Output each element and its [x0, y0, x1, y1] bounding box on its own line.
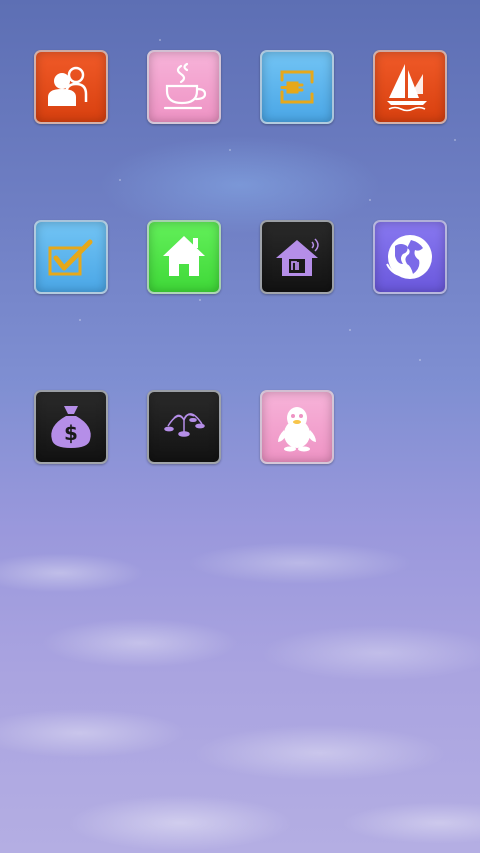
- app-wallet[interactable]: $: [34, 390, 108, 464]
- cloud-layer: [0, 493, 480, 853]
- app-mi-home[interactable]: [260, 220, 334, 294]
- app-browser[interactable]: [373, 220, 447, 294]
- app-home[interactable]: [147, 220, 221, 294]
- fountain-icon: [155, 398, 213, 456]
- app-sailing[interactable]: [373, 50, 447, 124]
- sailboat-icon: [381, 58, 439, 116]
- globe-icon: [381, 228, 439, 286]
- app-tasks[interactable]: [34, 220, 108, 294]
- app-tea[interactable]: [147, 50, 221, 124]
- checkbox-icon: [42, 228, 100, 286]
- people-icon: [42, 58, 100, 116]
- mi-house-icon: [268, 228, 326, 286]
- money-bag-icon: $: [42, 398, 100, 456]
- tea-cup-icon: [155, 58, 213, 116]
- penguin-icon: [268, 398, 326, 456]
- house-icon: [155, 228, 213, 286]
- svg-text:$: $: [64, 421, 78, 445]
- app-contacts[interactable]: [34, 50, 108, 124]
- app-sync[interactable]: [260, 50, 334, 124]
- app-fountain[interactable]: [147, 390, 221, 464]
- plug-sync-icon: [268, 58, 326, 116]
- app-qq[interactable]: [260, 390, 334, 464]
